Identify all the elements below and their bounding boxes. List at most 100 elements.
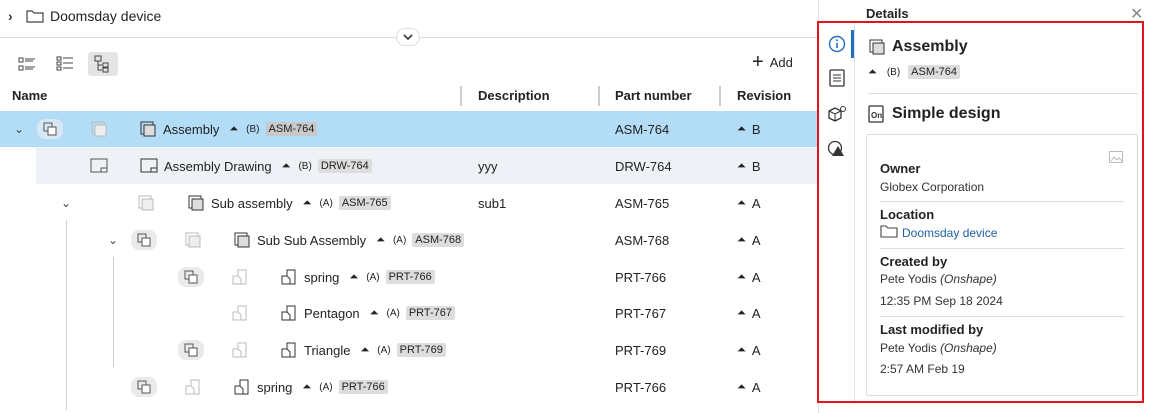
view-toggle-group bbox=[12, 52, 118, 76]
list-view-icon bbox=[18, 57, 35, 71]
part-id-badge: ASM-768 bbox=[412, 233, 465, 247]
list-view-button[interactable] bbox=[12, 52, 42, 76]
svg-text:On: On bbox=[871, 111, 882, 120]
thumbnail-icon bbox=[1109, 151, 1123, 163]
assembly-icon bbox=[187, 194, 205, 212]
row-part-number: PRT-767 bbox=[615, 305, 667, 321]
include-toggle-icon[interactable] bbox=[131, 230, 157, 250]
revision-tag: ⏶ (A) PRT-766 bbox=[302, 380, 388, 394]
table-row[interactable]: ⌄ Sub Sub Assembly ⏶ (A) ASM-768 ASM-768 ⏶… bbox=[0, 222, 818, 258]
chevron-right-icon[interactable]: › bbox=[8, 8, 20, 24]
chevron-down-icon[interactable]: ⌄ bbox=[108, 233, 118, 247]
include-toggle-icon[interactable] bbox=[37, 119, 63, 139]
add-label: Add bbox=[769, 54, 793, 70]
part-id-badge: PRT-767 bbox=[405, 306, 456, 320]
column-header-revision[interactable]: Revision bbox=[737, 85, 791, 107]
tree-view-icon bbox=[94, 55, 109, 73]
created-by-value: Pete Yodis (Onshape) bbox=[880, 272, 997, 286]
row-name[interactable]: Pentagon bbox=[304, 306, 360, 321]
onshape-logo-icon: On bbox=[868, 105, 886, 123]
column-resize-handle[interactable] bbox=[719, 86, 721, 106]
row-name[interactable]: Sub Sub Assembly bbox=[257, 233, 366, 248]
row-name[interactable]: spring bbox=[257, 380, 292, 395]
table-row[interactable]: ⌄ Assembly ⏶ (B) ASM-764 ASM-764 ⏶ B bbox=[0, 111, 818, 147]
revision-tag: ⏶ (A) PRT-769 bbox=[360, 343, 446, 357]
table-row[interactable]: ⌄ Sub assembly ⏶ (A) ASM-765 sub1 ASM-765 … bbox=[0, 185, 818, 221]
location-link[interactable]: Doomsday device bbox=[880, 225, 997, 241]
divider bbox=[880, 316, 1124, 317]
folder-icon bbox=[26, 9, 44, 23]
breadcrumb[interactable]: › Doomsday device bbox=[8, 6, 161, 26]
document-list-icon[interactable] bbox=[827, 68, 847, 88]
revision-icon: ⏶ bbox=[302, 196, 312, 209]
table-row[interactable]: spring ⏶ (A) PRT-766 PRT-766 ⏶ A bbox=[0, 369, 818, 405]
last-modified-time: 2:57 AM Feb 19 bbox=[880, 362, 965, 376]
revision-icon: ⏶ bbox=[737, 159, 746, 172]
add-button[interactable]: + Add bbox=[752, 51, 793, 73]
last-modified-label: Last modified by bbox=[880, 322, 984, 337]
row-name[interactable]: Sub assembly bbox=[211, 196, 293, 211]
revision-icon: ⏶ bbox=[349, 270, 359, 283]
info-icon[interactable] bbox=[827, 34, 847, 54]
part-id-badge: DRW-764 bbox=[317, 159, 372, 173]
details-revision-tag: ⏶ (B) ASM-764 bbox=[868, 65, 961, 79]
revision-tag: ⏶ (A) ASM-768 bbox=[376, 233, 465, 247]
table-row[interactable]: Pentagon ⏶ (A) PRT-767 PRT-767 ⏶ A bbox=[0, 295, 818, 331]
created-time: 12:35 PM Sep 18 2024 bbox=[880, 294, 1003, 308]
revision-icon: ⏶ bbox=[360, 343, 370, 356]
revision-icon: ⏶ bbox=[281, 159, 291, 172]
details-subtitle: On Simple design bbox=[868, 105, 1000, 123]
row-revision: ⏶ A bbox=[737, 305, 761, 321]
part-icon bbox=[233, 378, 251, 396]
revision-icon: ⏶ bbox=[737, 122, 746, 135]
column-header-description[interactable]: Description bbox=[478, 85, 550, 107]
row-part-number: PRT-766 bbox=[615, 379, 667, 395]
chevron-down-icon[interactable]: ⌄ bbox=[61, 196, 71, 210]
parts-info-icon[interactable] bbox=[827, 104, 847, 124]
checklist-view-icon bbox=[56, 56, 73, 71]
row-name[interactable]: Triangle bbox=[304, 343, 350, 358]
include-toggle-icon[interactable] bbox=[131, 377, 157, 397]
collapse-header-button[interactable] bbox=[396, 28, 420, 46]
last-modified-value: Pete Yodis (Onshape) bbox=[880, 341, 997, 355]
details-title-text: Assembly bbox=[892, 38, 968, 55]
revision-icon: ⏶ bbox=[737, 380, 746, 393]
part-id-badge: PRT-769 bbox=[396, 343, 446, 357]
breadcrumb-label[interactable]: Doomsday device bbox=[50, 8, 161, 24]
assembly-ghost-icon bbox=[184, 231, 202, 249]
column-header-part-number[interactable]: Part number bbox=[615, 85, 692, 107]
table-row[interactable]: Assembly Drawing ⏶ (B) DRW-764 yyy DRW-764… bbox=[36, 148, 818, 184]
folder-icon bbox=[880, 225, 898, 241]
part-icon bbox=[280, 341, 298, 359]
include-toggle-icon[interactable] bbox=[178, 340, 204, 360]
row-revision: ⏶ B bbox=[737, 158, 761, 174]
part-ghost-icon bbox=[231, 304, 249, 322]
table-row[interactable]: Triangle ⏶ (A) PRT-769 PRT-769 ⏶ A bbox=[0, 332, 818, 368]
revision-icon: ⏶ bbox=[737, 343, 746, 356]
owner-value: Globex Corporation bbox=[880, 180, 985, 194]
column-resize-handle[interactable] bbox=[460, 86, 462, 106]
revision-tag: ⏶ (B) DRW-764 bbox=[282, 159, 372, 173]
revision-icon: ⏶ bbox=[376, 233, 385, 246]
assembly-icon bbox=[868, 38, 886, 56]
include-toggle-icon[interactable] bbox=[178, 267, 204, 287]
appearance-icon[interactable] bbox=[827, 139, 847, 159]
table-row[interactable]: spring ⏶ (A) PRT-766 PRT-766 ⏶ A bbox=[0, 259, 818, 295]
row-part-number: ASM-765 bbox=[615, 195, 670, 211]
plus-icon: + bbox=[752, 51, 764, 73]
details-tab-strip bbox=[818, 0, 854, 413]
close-icon[interactable]: ✕ bbox=[1130, 4, 1143, 24]
tree-view-button[interactable] bbox=[88, 52, 118, 76]
assembly-ghost-icon bbox=[137, 194, 155, 212]
column-header-name[interactable]: Name bbox=[12, 85, 47, 107]
column-resize-handle[interactable] bbox=[598, 86, 600, 106]
row-name[interactable]: spring bbox=[304, 270, 339, 285]
part-icon bbox=[280, 268, 298, 286]
divider bbox=[880, 201, 1124, 202]
checklist-view-button[interactable] bbox=[50, 52, 80, 76]
row-name[interactable]: Assembly bbox=[163, 122, 219, 137]
chevron-down-icon[interactable]: ⌄ bbox=[14, 122, 24, 136]
part-icon bbox=[280, 304, 298, 322]
row-name[interactable]: Assembly Drawing bbox=[164, 159, 272, 174]
row-revision: ⏶ A bbox=[737, 269, 761, 285]
